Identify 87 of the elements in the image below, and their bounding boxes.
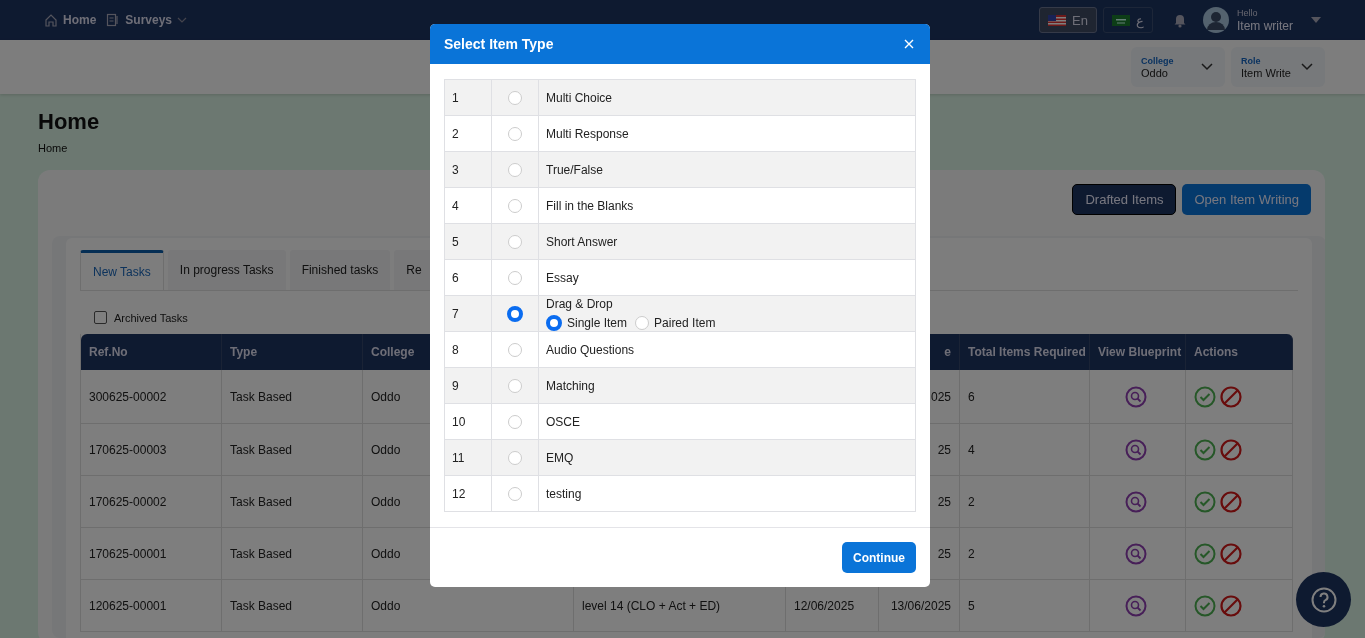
user-name[interactable]: Item writer — [1237, 20, 1293, 33]
ban-icon[interactable] — [1220, 542, 1242, 565]
column-header: Total Items Required — [960, 334, 1090, 370]
item-type-label: True/False — [546, 162, 604, 177]
nav-link[interactable]: Surveys — [106, 13, 188, 27]
table-cell: 9 — [445, 368, 492, 404]
table-cell: 6 — [960, 370, 1090, 424]
ban-icon[interactable] — [1220, 594, 1242, 617]
document-icon — [106, 13, 121, 27]
check-circle-icon[interactable] — [1194, 438, 1216, 461]
column-header: View Blueprint — [1090, 334, 1186, 370]
radio-button[interactable] — [507, 305, 523, 322]
action-button[interactable]: Drafted Items — [1072, 184, 1177, 215]
chevron-down-icon — [1201, 63, 1213, 71]
check-circle-icon[interactable] — [1194, 490, 1216, 513]
item-type-label: Multi Response — [546, 126, 630, 141]
item-type-label: Fill in the Blanks — [546, 198, 635, 213]
continue-button[interactable]: Continue — [842, 542, 916, 573]
option-label: Single Item — [567, 315, 628, 330]
question-icon — [1310, 586, 1337, 613]
action-button[interactable]: Open Item Writing — [1182, 184, 1311, 215]
table-cell: 11 — [445, 440, 492, 476]
ban-icon[interactable] — [1220, 385, 1242, 408]
column-header: Ref.No — [81, 334, 222, 370]
check-circle-icon[interactable] — [1194, 594, 1216, 617]
check-circle-icon[interactable] — [1194, 385, 1216, 408]
table-cell: Task Based — [222, 370, 363, 424]
table-cell: 12 — [445, 476, 492, 512]
table-cell: 300625-00002 — [81, 370, 222, 424]
chevron-down-icon — [1301, 63, 1313, 71]
radio-button[interactable] — [546, 314, 562, 331]
chevron-down-icon — [177, 16, 188, 24]
avatar-icon — [1203, 7, 1229, 33]
column-header: Type — [222, 334, 363, 370]
check-circle-icon[interactable] — [1194, 542, 1216, 565]
dialog-title: Select Item Type — [444, 36, 554, 52]
magnifier-icon[interactable] — [1124, 438, 1147, 461]
table-cell: 5 — [960, 580, 1090, 632]
magnifier-icon[interactable] — [1124, 490, 1147, 513]
option-label: Paired Item — [654, 315, 716, 330]
table-cell: Task Based — [222, 580, 363, 632]
table-cell: 13/06/2025 — [879, 580, 960, 632]
tab[interactable]: New Tasks — [80, 250, 164, 290]
table-cell: 1 — [445, 80, 492, 116]
item-type-label: EMQ — [546, 450, 575, 465]
selector-dropdown[interactable]: Role Item Write — [1231, 47, 1325, 87]
checkbox[interactable] — [94, 311, 107, 324]
table-cell: Task Based — [222, 476, 363, 528]
item-type-label: Drag & Drop — [546, 296, 614, 311]
close-button[interactable] — [902, 37, 916, 51]
home-icon — [44, 13, 58, 27]
caret-down-icon — [1311, 17, 1321, 23]
item-type-label: Essay — [546, 270, 580, 285]
ban-icon[interactable] — [1220, 438, 1242, 461]
column-header: Actions — [1186, 334, 1293, 370]
language-button[interactable]: ع — [1103, 7, 1153, 33]
greeting-text: Hello — [1237, 7, 1259, 20]
table-cell: 7 — [445, 296, 492, 332]
tab[interactable]: Finished tasks — [289, 250, 391, 290]
page-title: Home — [38, 108, 100, 136]
breadcrumb-link[interactable]: Home — [38, 142, 68, 154]
table-cell: 170625-00001 — [81, 528, 222, 580]
item-type-label: Multi Choice — [546, 90, 614, 105]
table-cell: 170625-00002 — [81, 476, 222, 528]
table-cell: 4 — [960, 424, 1090, 476]
tab[interactable]: In progress Tasks — [167, 250, 286, 290]
selector-dropdown[interactable]: College Oddo — [1131, 47, 1225, 87]
ban-icon[interactable] — [1220, 490, 1242, 513]
bell-icon — [1173, 12, 1187, 28]
magnifier-icon[interactable] — [1124, 542, 1147, 565]
item-type-label: Short Answer — [546, 234, 619, 249]
checkbox-label: Archived Tasks — [114, 311, 188, 324]
table-cell: 3 — [445, 152, 492, 188]
table-cell: 120625-00001 — [81, 580, 222, 632]
table-cell: 2 — [960, 476, 1090, 528]
table-cell: Task Based — [222, 528, 363, 580]
magnifier-icon[interactable] — [1124, 594, 1147, 617]
table-cell: 5 — [445, 224, 492, 260]
flag-icon — [1048, 14, 1067, 26]
flag-icon — [1112, 14, 1130, 26]
language-button[interactable]: En — [1039, 7, 1097, 33]
table-cell: 2 — [960, 528, 1090, 580]
nav-link[interactable]: Home — [44, 13, 97, 27]
magnifier-icon[interactable] — [1124, 385, 1147, 408]
close-icon — [904, 39, 914, 49]
table-cell: 170625-00003 — [81, 424, 222, 476]
table-cell: Task Based — [222, 424, 363, 476]
